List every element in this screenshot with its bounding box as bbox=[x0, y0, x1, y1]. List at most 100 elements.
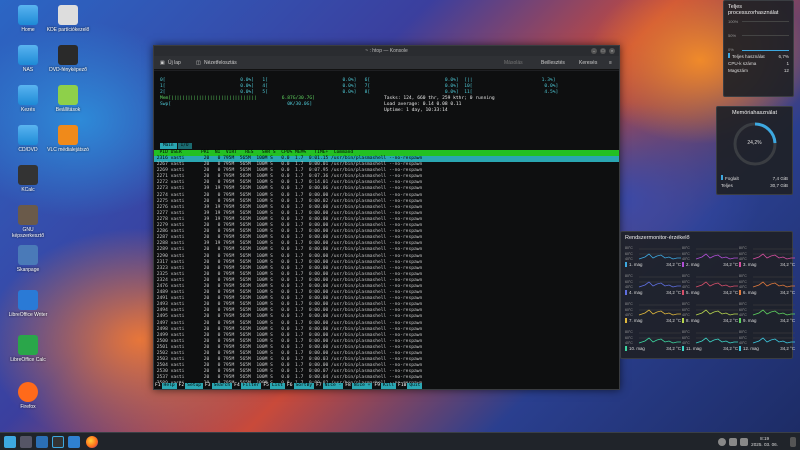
volume-icon[interactable] bbox=[729, 438, 737, 446]
tab-io[interactable]: I/O bbox=[177, 143, 192, 149]
fkey-f2[interactable]: F2 bbox=[177, 383, 186, 389]
core-label: 3. mag bbox=[743, 262, 757, 267]
desktop-icon[interactable]: LibreOffice Calc bbox=[6, 335, 50, 363]
core-temp: 34,2 °C bbox=[723, 318, 738, 323]
search-button[interactable]: Keresés bbox=[579, 60, 597, 66]
window-title: ~ : htop — Konsole bbox=[365, 48, 408, 54]
fkey-f7[interactable]: F7 bbox=[315, 383, 323, 389]
fkey-f8[interactable]: F8 bbox=[344, 383, 352, 389]
desktop-icon[interactable]: DVD-fényképező bbox=[46, 45, 90, 73]
sensor-monitor-widget[interactable]: Rendszermonitor-érzékelő 80°C 60°C 40°C 1. … bbox=[620, 231, 795, 359]
core-sensor: 80°C 60°C 40°C 12. mag 34,2 °C bbox=[739, 330, 795, 352]
used-memory-row: Foglalt 7,4 GiB bbox=[717, 175, 792, 182]
fkey-label[interactable]: List bbox=[269, 383, 285, 389]
core-temp: 34,2 °C bbox=[780, 262, 795, 267]
fkey-label[interactable]: Kill bbox=[380, 383, 397, 389]
desktop-icon-label: KCalc bbox=[21, 187, 35, 193]
firefox-icon[interactable] bbox=[86, 436, 98, 448]
desktop-icon-label: Beállítások bbox=[55, 107, 81, 113]
core-temp: 34,2 °C bbox=[723, 262, 738, 267]
fkey-label[interactable]: Filter bbox=[240, 383, 262, 389]
process-list: 2316 vasti 20 0 795M 565M 100M S 0.0 1.7… bbox=[154, 156, 619, 388]
desktop-icon[interactable]: Skanpage bbox=[6, 245, 50, 273]
desktop-icon[interactable]: KDE partíciókezelő bbox=[46, 5, 90, 33]
desktop-icon[interactable]: KCalc bbox=[6, 165, 50, 193]
calculator-icon bbox=[18, 165, 38, 185]
konsole-window[interactable]: ~ : htop — Konsole – □ × ▣ Új lap ◫ Néze… bbox=[153, 45, 620, 390]
core-sensor: 80°C 60°C 40°C 5. mag 34,2 °C bbox=[682, 274, 738, 296]
desktop-icon-label: GNU képszerkesztő bbox=[12, 227, 44, 239]
konsole-taskbar-icon[interactable] bbox=[52, 436, 64, 448]
desktop-icon[interactable]: NAS bbox=[6, 45, 50, 73]
terminal-area[interactable]: 0[ 0.0%] 1[ 0.0%] 6[ 0.0%] [|| 1.3%] 1[ … bbox=[154, 71, 619, 389]
fkey-f9[interactable]: F9 bbox=[373, 383, 381, 389]
tab-main[interactable]: Main bbox=[160, 143, 177, 149]
desktop-icon[interactable]: Firefox bbox=[6, 382, 50, 410]
fkey-label[interactable]: Setup bbox=[185, 383, 204, 389]
folder-icon bbox=[18, 85, 38, 105]
new-tab-icon[interactable]: ▣ bbox=[160, 60, 165, 66]
core-label: 9. mag bbox=[743, 318, 757, 323]
core-label: 1. mag bbox=[629, 262, 643, 267]
core-temp: 34,2 °C bbox=[666, 318, 681, 323]
function-key-bar: F1 Help F2 Setup F3 Search F4 Filter F5 List F6 Sor… bbox=[154, 383, 619, 389]
paste-button[interactable]: Beillesztés bbox=[541, 60, 565, 66]
core-sensor: 80°C 60°C 40°C 11. mag 34,2 °C bbox=[682, 330, 738, 352]
total-usage-row: Teljes használat 6,7% bbox=[724, 53, 793, 60]
split-view-button[interactable]: Nézetfelosztás bbox=[204, 60, 237, 66]
fkey-f3[interactable]: F3 bbox=[204, 383, 212, 389]
pager-icon[interactable] bbox=[20, 436, 32, 448]
core-sensor: 80°C 60°C 40°C 9. mag 34,2 °C bbox=[739, 302, 795, 324]
new-tab-button[interactable]: Új lap bbox=[168, 60, 181, 66]
minimize-icon[interactable]: – bbox=[591, 48, 597, 54]
fkey-label[interactable]: Search bbox=[211, 383, 233, 389]
desktop-icon[interactable]: Kezés bbox=[6, 85, 50, 113]
clock[interactable]: 8:19 2025. 03. 06. bbox=[751, 436, 778, 448]
window-titlebar[interactable]: ~ : htop — Konsole – □ × bbox=[154, 46, 619, 56]
core-temp: 34,2 °C bbox=[780, 318, 795, 323]
app-launcher-icon[interactable] bbox=[4, 436, 16, 448]
close-icon[interactable]: × bbox=[609, 48, 615, 54]
core-label: 6. mag bbox=[743, 290, 757, 295]
desktop-icon-label: Skanpage bbox=[16, 267, 40, 273]
core-label: 5. mag bbox=[686, 290, 700, 295]
htop-tabs: Main I/O bbox=[160, 143, 193, 149]
network-icon[interactable] bbox=[718, 438, 726, 446]
desktop-icon[interactable]: Home bbox=[6, 5, 50, 33]
disc-icon bbox=[58, 45, 78, 65]
fkey-f4[interactable]: F4 bbox=[233, 383, 241, 389]
swap-meter: Swp[ 0K/30.0G] bbox=[160, 102, 313, 107]
desktop-icon[interactable]: CD/DVD bbox=[6, 125, 50, 153]
partition-manager-icon bbox=[58, 5, 78, 25]
fkey-label[interactable]: SortBy bbox=[293, 383, 315, 389]
core-label: 10. mag bbox=[629, 346, 645, 351]
cpu-usage-widget[interactable]: Teljes processzorhasználat 100% 50% 0% T… bbox=[723, 0, 794, 97]
copy-button[interactable]: Másolás bbox=[504, 60, 523, 66]
tick-label: 50% bbox=[728, 33, 737, 38]
memory-gauge: 24,2% bbox=[730, 119, 780, 169]
desktop-icon[interactable]: Beállítások bbox=[46, 85, 90, 113]
fkey-f1[interactable]: F1 bbox=[154, 383, 162, 389]
dolphin-icon[interactable] bbox=[36, 436, 48, 448]
hamburger-menu-icon[interactable]: ≡ bbox=[609, 60, 612, 66]
file-manager-icon[interactable] bbox=[68, 436, 80, 448]
core-label: 4. mag bbox=[629, 290, 643, 295]
desktop-icon-label: Firefox bbox=[20, 404, 36, 410]
memory-usage-widget[interactable]: Memóriahasználat 24,2% Foglalt 7,4 GiB Te… bbox=[716, 106, 793, 195]
fkey-label[interactable]: Quit bbox=[407, 383, 423, 389]
fkey-f5[interactable]: F5 bbox=[262, 383, 270, 389]
desktop-icon[interactable]: VLC médialejátszó bbox=[46, 125, 90, 153]
split-icon[interactable]: ◫ bbox=[196, 60, 201, 66]
show-desktop-button[interactable] bbox=[790, 437, 796, 447]
home-folder-icon bbox=[18, 5, 38, 25]
fkey-label[interactable]: Nice - bbox=[322, 383, 344, 389]
fkey-label[interactable]: Nice + bbox=[351, 383, 373, 389]
maximize-icon[interactable]: □ bbox=[600, 48, 606, 54]
desktop-icon-label: NAS bbox=[22, 67, 34, 73]
fkey-f6[interactable]: F6 bbox=[285, 383, 294, 389]
fkey-f10[interactable]: F10 bbox=[397, 383, 408, 389]
desktop-icon[interactable]: GNU képszerkesztő bbox=[6, 205, 50, 239]
notifications-icon[interactable] bbox=[740, 438, 748, 446]
fkey-label[interactable]: Help bbox=[161, 383, 177, 389]
desktop-icon[interactable]: LibreOffice Writer bbox=[6, 290, 50, 318]
